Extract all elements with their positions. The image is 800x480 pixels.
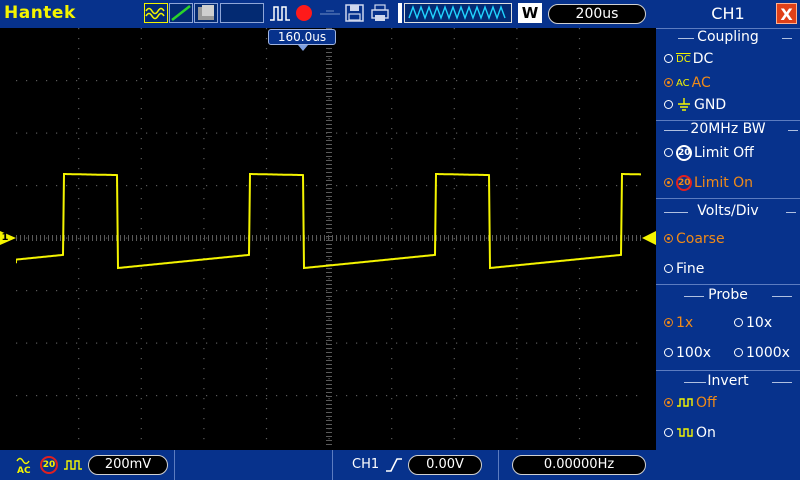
trigger-mode-icon[interactable] — [318, 3, 342, 23]
bw-limit-icon: 20 — [40, 456, 58, 474]
stop-record-icon[interactable] — [294, 3, 314, 23]
bw-off-icon: 20 — [676, 145, 692, 161]
volts-div-title: Volts/Div — [656, 203, 800, 219]
bottom-status-bar: AC 20 200mV CH1 0.00V 0.00000Hz — [0, 450, 656, 480]
vector-dots-icon[interactable] — [169, 3, 193, 23]
ch1-marker-label: 1 — [1, 232, 9, 243]
coupling-ac-option[interactable]: AC AC — [664, 75, 711, 91]
probe-1x-option[interactable]: 1x — [664, 315, 693, 331]
trigger-source-label: CH1 — [352, 457, 380, 472]
coupling-title: Coupling — [656, 29, 800, 45]
print-icon[interactable] — [369, 3, 391, 23]
trigger-level-marker[interactable] — [642, 231, 656, 245]
bw-limit-on-option[interactable]: 20 Limit On — [664, 175, 753, 191]
ground-icon — [676, 98, 692, 112]
trigger-edge-icon — [384, 455, 404, 475]
frequency-readout: 0.00000Hz — [512, 455, 646, 475]
invert-section: Invert Off On — [656, 370, 800, 480]
volts-div-section: Volts/Div Coarse Fine — [656, 198, 800, 284]
volts-coarse-option[interactable]: Coarse — [664, 231, 725, 247]
horizontal-position-icon[interactable] — [404, 3, 512, 23]
storage-icon[interactable] — [344, 3, 366, 23]
svg-text:AC: AC — [17, 466, 31, 475]
volts-fine-option[interactable]: Fine — [664, 261, 704, 277]
probe-1000x-option[interactable]: 1000x — [734, 345, 790, 361]
top-toolbar: Hantek W 200us — [0, 0, 656, 28]
timebase-readout[interactable]: 200us — [548, 4, 646, 24]
trigger-pulse-icon[interactable] — [268, 3, 292, 23]
bw-section: 20MHz BW 20 Limit Off 20 Limit On — [656, 120, 800, 198]
invert-off-option[interactable]: Off — [664, 395, 717, 411]
waveform-display-icon[interactable] — [144, 3, 168, 23]
volts-div-readout[interactable]: 200mV — [88, 455, 168, 475]
trigger-position-arrow[interactable] — [298, 45, 308, 51]
bar-divider — [174, 450, 175, 480]
coupling-gnd-option[interactable]: GND — [664, 97, 726, 113]
probe-100x-option[interactable]: 100x — [664, 345, 711, 361]
ac-coupling-icon: AC — [676, 77, 690, 89]
persistence-icon[interactable] — [194, 3, 218, 23]
trigger-time-label[interactable]: 160.0us — [268, 29, 336, 45]
invert-title: Invert — [656, 373, 800, 389]
bar-divider — [332, 450, 333, 480]
brand-logo: Hantek — [4, 3, 76, 23]
probe-section: Probe 1x 10x 100x 1000x — [656, 284, 800, 370]
bar-divider — [498, 450, 499, 480]
invert-off-icon — [676, 396, 694, 410]
bw-title: 20MHz BW — [656, 121, 800, 137]
waveform-graticule — [16, 28, 641, 445]
invert-status-icon — [62, 455, 84, 475]
probe-title: Probe — [656, 287, 800, 303]
bw-limit-off-option[interactable]: 20 Limit Off — [664, 145, 754, 161]
trigger-level-readout[interactable]: 0.00V — [408, 455, 482, 475]
ch1-settings-panel: CH1 X Coupling DC DC AC AC GND 20MHz BW 20… — [656, 0, 800, 480]
invert-on-option[interactable]: On — [664, 425, 716, 441]
coupling-dc-option[interactable]: DC DC — [664, 51, 713, 67]
invert-on-icon — [676, 426, 694, 440]
status-box — [220, 3, 264, 23]
dc-coupling-icon: DC — [676, 53, 691, 65]
close-button[interactable]: X — [776, 3, 797, 24]
window-icon[interactable]: W — [518, 3, 542, 23]
bw-on-icon: 20 — [676, 175, 692, 191]
waveform-screen[interactable] — [16, 28, 642, 448]
ac-coupling-icon: AC — [16, 455, 34, 476]
coupling-section: Coupling DC DC AC AC GND — [656, 28, 800, 120]
probe-10x-option[interactable]: 10x — [734, 315, 772, 331]
horizontal-position-marker — [398, 3, 402, 23]
